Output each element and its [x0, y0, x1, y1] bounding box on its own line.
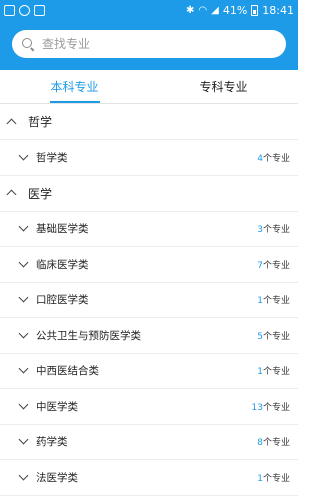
- chevron-down-icon: [18, 257, 29, 268]
- chevron-down-icon: [18, 470, 29, 481]
- item-name: 临床医学类: [36, 258, 89, 271]
- item-count: 8个专业: [257, 435, 290, 448]
- count-unit: 个专业: [262, 367, 290, 378]
- gallery-icon: [4, 4, 15, 16]
- list-item[interactable]: 公共卫生与预防医学类 5个专业: [0, 318, 298, 354]
- bluetooth-icon: ✱: [186, 4, 195, 16]
- count-unit: 个专业: [262, 331, 290, 342]
- app-header: ✱ ◠ ◢ 41% 18:41: [0, 0, 298, 70]
- notification-icon: [19, 4, 30, 16]
- list-item[interactable]: 口腔医学类 1个专业: [0, 283, 298, 318]
- count-unit: 个专业: [262, 473, 290, 484]
- item-name: 中医学类: [36, 400, 78, 413]
- chevron-down-icon: [18, 150, 29, 161]
- chevron-down-icon: [18, 221, 29, 232]
- chevron-down-icon: [18, 328, 29, 339]
- item-count: 7个专业: [257, 258, 290, 271]
- count-unit: 个专业: [262, 402, 290, 413]
- item-count: 13个专业: [252, 400, 290, 413]
- item-count: 5个专业: [257, 329, 290, 342]
- item-name: 药学类: [36, 436, 68, 449]
- battery-icon: [251, 4, 259, 16]
- signal-icon: ◢: [211, 4, 219, 16]
- group-title: 医学: [28, 186, 53, 201]
- list-item[interactable]: 法医学类 1个专业: [0, 460, 298, 496]
- count-unit: 个专业: [262, 225, 290, 236]
- count-unit: 个专业: [262, 296, 290, 307]
- group-header[interactable]: 哲学: [0, 104, 298, 140]
- search-input[interactable]: [42, 37, 262, 51]
- item-count: 1个专业: [257, 364, 290, 377]
- search-bar[interactable]: [12, 30, 286, 58]
- item-name: 公共卫生与预防医学类: [36, 329, 141, 342]
- battery-percent: 41%: [222, 3, 248, 17]
- chevron-up-icon: [6, 118, 17, 128]
- tab-undergraduate[interactable]: 本科专业: [0, 70, 149, 103]
- item-name: 哲学类: [36, 151, 68, 164]
- item-name: 基础医学类: [36, 223, 89, 236]
- tab-label: 本科专业: [50, 80, 99, 94]
- chevron-down-icon: [18, 292, 29, 303]
- list-item[interactable]: 临床医学类 7个专业: [0, 247, 298, 283]
- list-item[interactable]: 药学类 8个专业: [0, 425, 298, 460]
- tab-indicator: [49, 101, 100, 103]
- file-icon: [34, 4, 45, 16]
- clock: 18:41: [262, 3, 294, 17]
- wifi-icon: ◠: [198, 4, 208, 16]
- item-name: 法医学类: [36, 471, 78, 484]
- major-list: 哲学 哲学类 4个专业 医学 基础医学类 3个专业 临床医学类 7个专业 口腔医学类 1个专业 公共…: [0, 104, 298, 496]
- count-unit: 个专业: [262, 260, 290, 271]
- list-item[interactable]: 哲学类 4个专业: [0, 140, 298, 176]
- item-count: 1个专业: [257, 293, 290, 306]
- list-item[interactable]: 基础医学类 3个专业: [0, 212, 298, 247]
- status-bar: ✱ ◠ ◢ 41% 18:41: [0, 0, 298, 20]
- item-count: 3个专业: [257, 222, 290, 235]
- count-unit: 个专业: [262, 153, 290, 164]
- tab-bar: 本科专业 专科专业: [0, 70, 298, 104]
- search-icon: [22, 37, 35, 51]
- chevron-down-icon: [18, 363, 29, 374]
- list-item[interactable]: 中医学类 13个专业: [0, 389, 298, 425]
- item-count: 1个专业: [257, 471, 290, 484]
- tab-junior-college[interactable]: 专科专业: [149, 70, 298, 103]
- count-unit: 个专业: [262, 438, 290, 449]
- chevron-down-icon: [18, 399, 29, 410]
- group-title: 哲学: [28, 115, 53, 129]
- chevron-up-icon: [6, 189, 17, 200]
- tab-label: 专科专业: [199, 80, 248, 94]
- item-name: 中西医结合类: [36, 365, 99, 378]
- item-count: 4个专业: [257, 151, 290, 164]
- item-name: 口腔医学类: [36, 294, 89, 307]
- count-number: 13: [251, 402, 263, 413]
- chevron-down-icon: [18, 434, 29, 445]
- list-item[interactable]: 中西医结合类 1个专业: [0, 354, 298, 389]
- group-header[interactable]: 医学: [0, 176, 298, 212]
